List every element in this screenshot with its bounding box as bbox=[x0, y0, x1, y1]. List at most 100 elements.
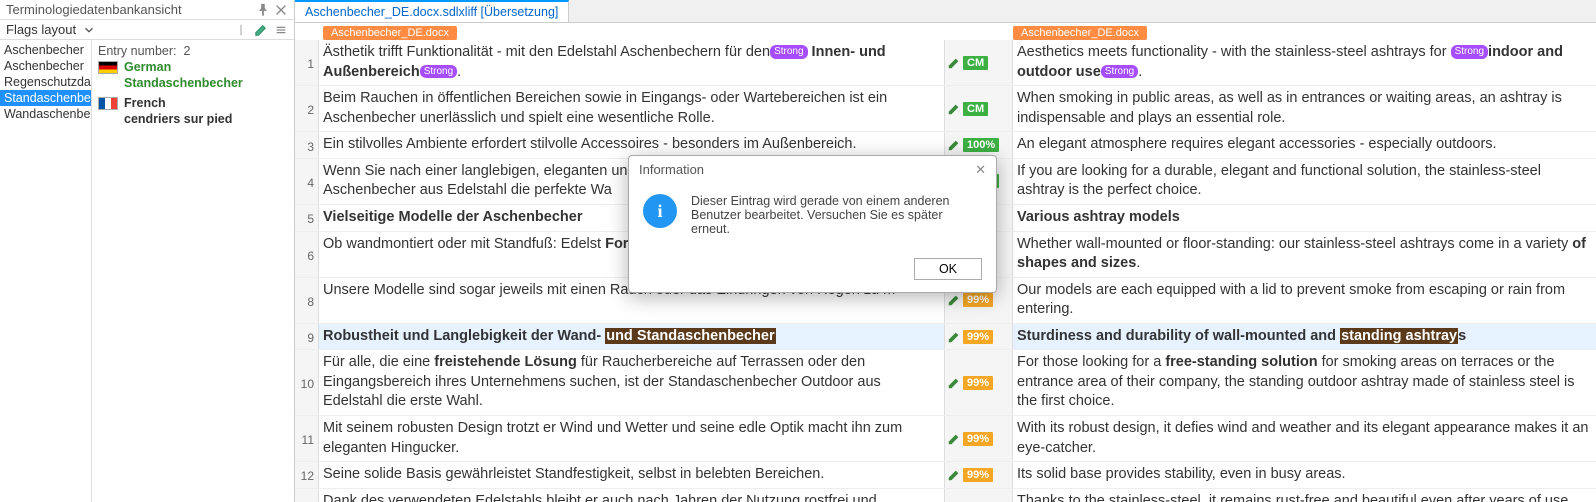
segment-row[interactable]: 12Seine solide Basis gewährleistet Stand… bbox=[295, 462, 1596, 489]
source-text[interactable]: Robustheit und Langlebigkeit der Wand- u… bbox=[319, 324, 944, 350]
source-text[interactable]: Für alle, die eine freistehende Lösung f… bbox=[319, 350, 944, 415]
entry-number: Entry number: 2 bbox=[98, 44, 288, 58]
lang-german: German bbox=[98, 60, 288, 74]
target-text[interactable]: With its robust design, it defies wind a… bbox=[1013, 416, 1596, 461]
source-text[interactable]: Ein stilvolles Ambiente erfordert stilvo… bbox=[319, 132, 944, 158]
more-icon[interactable] bbox=[274, 23, 288, 37]
segment-number: 12 bbox=[295, 462, 319, 488]
source-text[interactable]: Beim Rauchen in öffentlichen Bereichen s… bbox=[319, 86, 944, 131]
segment-number: 10 bbox=[295, 350, 319, 415]
target-text[interactable]: Whether wall-mounted or floor-standing: … bbox=[1013, 232, 1596, 277]
segment-status: 99% bbox=[944, 350, 1013, 415]
segment-row[interactable]: 1Ästhetik trifft Funktionalität - mit de… bbox=[295, 40, 1596, 86]
target-text[interactable]: Thanks to the stainless-steel, it remain… bbox=[1013, 489, 1596, 502]
segment-number: 2 bbox=[295, 86, 319, 131]
flag-de-icon bbox=[98, 61, 118, 74]
chevron-down-icon bbox=[82, 23, 96, 37]
term-item[interactable]: Regenschutzda bbox=[0, 74, 91, 90]
segment-number: 1 bbox=[295, 40, 319, 85]
match-badge: 99% bbox=[963, 330, 993, 344]
term-item[interactable]: Aschenbecher bbox=[0, 58, 91, 74]
file-label-source: Aschenbecher_DE.docx bbox=[323, 26, 457, 40]
layout-select[interactable]: Flags layout bbox=[6, 22, 184, 37]
term-german[interactable]: Standaschenbecher bbox=[124, 76, 288, 90]
term-detail: Entry number: 2 German Standaschenbecher… bbox=[92, 40, 294, 502]
term-french[interactable]: cendriers sur pied bbox=[124, 112, 288, 126]
segment-status: 99% bbox=[944, 416, 1013, 461]
pencil-icon bbox=[947, 56, 961, 70]
source-text[interactable]: Dank des verwendeten Edelstahls bleibt e… bbox=[319, 489, 944, 502]
flag-fr-icon bbox=[98, 97, 118, 110]
term-list: Aschenbecher Aschenbecher Regenschutzda … bbox=[0, 40, 92, 502]
pencil-icon bbox=[947, 376, 961, 390]
ok-button[interactable]: OK bbox=[914, 258, 982, 280]
tag-strong: Strong bbox=[770, 45, 807, 59]
term-highlight: standing ashtray bbox=[1340, 328, 1458, 344]
segment-number: 11 bbox=[295, 416, 319, 461]
pencil-icon bbox=[947, 138, 961, 152]
pencil-icon bbox=[947, 432, 961, 446]
close-icon[interactable] bbox=[274, 3, 288, 17]
segment-status: CM bbox=[944, 86, 1013, 131]
match-badge: 100% bbox=[963, 138, 999, 152]
tag-strong: Strong bbox=[1451, 45, 1488, 59]
segment-number: 4 bbox=[295, 159, 319, 204]
match-badge: CM bbox=[963, 102, 988, 116]
divider-icon bbox=[234, 23, 248, 37]
segment-row[interactable]: 11Mit seinem robusten Design trotzt er W… bbox=[295, 416, 1596, 462]
dialog-titlebar: Information ✕ bbox=[629, 156, 996, 184]
sidebar-header: Terminologiedatenbankansicht bbox=[0, 0, 294, 20]
segment-status: 100% bbox=[944, 132, 1013, 158]
file-label-target: Aschenbecher_DE.docx bbox=[1013, 26, 1147, 40]
term-item[interactable]: Wandaschenbe bbox=[0, 106, 91, 122]
pin-icon[interactable] bbox=[256, 3, 270, 17]
dialog-title: Information bbox=[639, 162, 975, 178]
tab-bar: Aschenbecher_DE.docx.sdlxliff [Übersetzu… bbox=[295, 0, 1596, 23]
target-text[interactable]: An elegant atmosphere requires elegant a… bbox=[1013, 132, 1596, 158]
term-item[interactable]: Aschenbecher bbox=[0, 42, 91, 58]
segment-row[interactable]: 13Dank des verwendeten Edelstahls bleibt… bbox=[295, 489, 1596, 502]
pencil-icon bbox=[947, 330, 961, 344]
target-text[interactable]: Sturdiness and durability of wall-mounte… bbox=[1013, 324, 1596, 350]
close-icon[interactable]: ✕ bbox=[975, 162, 986, 178]
match-badge: CM bbox=[963, 56, 988, 70]
segment-status: 99% bbox=[944, 489, 1013, 502]
info-dialog: Information ✕ i Dieser Eintrag wird gera… bbox=[628, 155, 997, 293]
target-text[interactable]: For those looking for a free-standing so… bbox=[1013, 350, 1596, 415]
target-text[interactable]: Our models are each equipped with a lid … bbox=[1013, 278, 1596, 323]
segment-row[interactable]: 10Für alle, die eine freistehende Lösung… bbox=[295, 350, 1596, 416]
segment-status: CM bbox=[944, 40, 1013, 85]
segment-number: 3 bbox=[295, 132, 319, 158]
file-label-row: Aschenbecher_DE.docx Aschenbecher_DE.doc… bbox=[295, 23, 1596, 40]
edit-icon[interactable] bbox=[254, 23, 268, 37]
match-badge: 99% bbox=[963, 468, 993, 482]
tag-strong: Strong bbox=[1101, 65, 1138, 79]
lang-french: French bbox=[98, 96, 288, 110]
dialog-message: Dieser Eintrag wird gerade von einem and… bbox=[691, 194, 982, 236]
target-text[interactable]: Aesthetics meets functionality - with th… bbox=[1013, 40, 1596, 85]
match-badge: 99% bbox=[963, 432, 993, 446]
source-text[interactable]: Mit seinem robusten Design trotzt er Win… bbox=[319, 416, 944, 461]
match-badge: 99% bbox=[963, 376, 993, 390]
target-text[interactable]: If you are looking for a durable, elegan… bbox=[1013, 159, 1596, 204]
segment-number: 13 bbox=[295, 489, 319, 502]
segment-number: 5 bbox=[295, 205, 319, 231]
segment-row[interactable]: 2Beim Rauchen in öffentlichen Bereichen … bbox=[295, 86, 1596, 132]
source-text[interactable]: Ästhetik trifft Funktionalität - mit den… bbox=[319, 40, 944, 85]
segment-row[interactable]: 9Robustheit und Langlebigkeit der Wand- … bbox=[295, 324, 1596, 351]
pencil-icon bbox=[947, 468, 961, 482]
target-text[interactable]: When smoking in public areas, as well as… bbox=[1013, 86, 1596, 131]
pencil-icon bbox=[947, 293, 961, 307]
segment-status: 99% bbox=[944, 462, 1013, 488]
target-text[interactable]: Its solid base provides stability, even … bbox=[1013, 462, 1596, 488]
pencil-icon bbox=[947, 102, 961, 116]
tab-active[interactable]: Aschenbecher_DE.docx.sdlxliff [Übersetzu… bbox=[295, 0, 569, 22]
target-text[interactable]: Various ashtray models bbox=[1013, 205, 1596, 231]
sidebar-title: Terminologiedatenbankansicht bbox=[6, 2, 252, 17]
match-badge: 99% bbox=[963, 293, 993, 307]
term-item-selected[interactable]: Standaschenbe bbox=[0, 90, 91, 106]
term-highlight: und Standaschenbecher bbox=[605, 328, 775, 344]
segment-status: 99% bbox=[944, 324, 1013, 350]
tag-strong: Strong bbox=[420, 65, 457, 79]
source-text[interactable]: Seine solide Basis gewährleistet Standfe… bbox=[319, 462, 944, 488]
